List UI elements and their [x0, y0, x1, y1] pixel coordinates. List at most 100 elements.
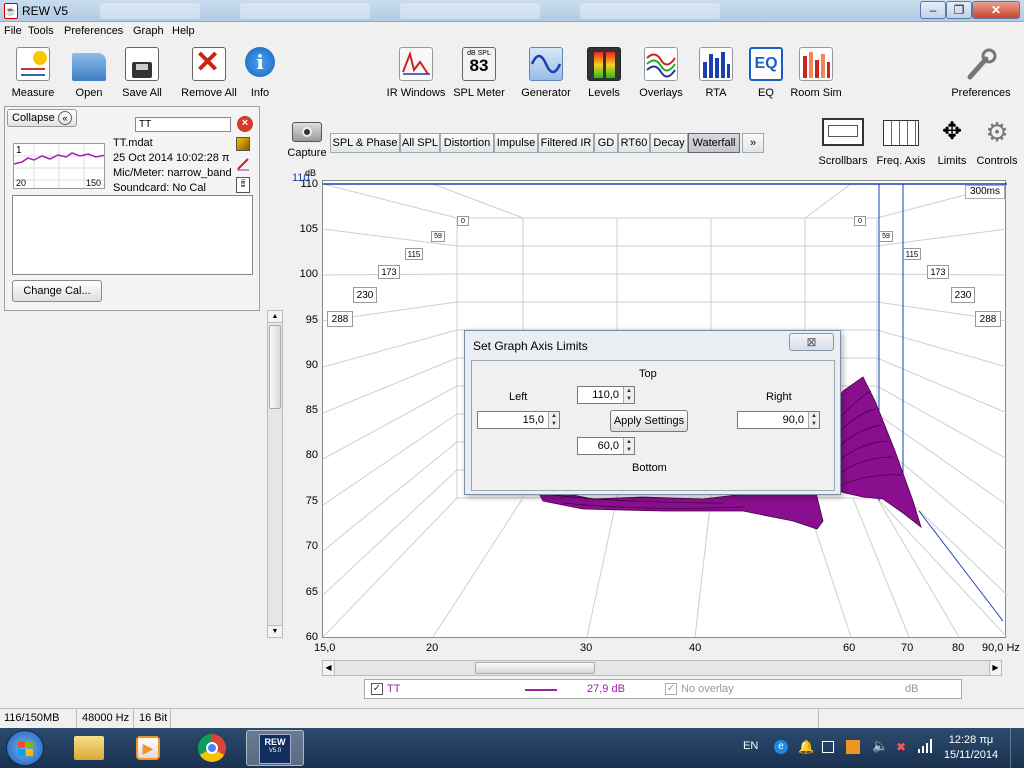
left-limit-spinner[interactable]: ▲▼ — [477, 411, 560, 429]
tab-all-spl[interactable]: All SPL — [400, 133, 440, 153]
bit-depth-status: 16 Bit — [139, 712, 168, 724]
room-sim-button[interactable]: Room Sim — [790, 47, 842, 99]
tab-rt60[interactable]: RT60 — [618, 133, 650, 153]
taskbar-explorer[interactable] — [60, 730, 118, 766]
right-limit-spinner[interactable]: ▲▼ — [737, 411, 820, 429]
scroll-right-arrow-icon[interactable]: ▶ — [989, 661, 1001, 675]
network-error-icon[interactable]: ✖ — [896, 740, 906, 754]
start-button[interactable] — [6, 730, 44, 766]
status-bar: 116/150MB 48000 Hz 16 Bit — [0, 708, 1024, 729]
scroll-up-arrow-icon[interactable]: ▲ — [268, 311, 282, 323]
show-desktop-button[interactable] — [1010, 728, 1024, 768]
time-slice-label: 115 — [405, 248, 423, 260]
apply-settings-button[interactable]: Apply Settings — [610, 410, 688, 432]
change-cal-button[interactable]: Change Cal... — [12, 280, 102, 302]
scroll-down-arrow-icon[interactable]: ▼ — [268, 625, 282, 637]
open-button[interactable]: Open — [68, 47, 110, 99]
limits-button[interactable]: ✥ Limits — [930, 118, 974, 167]
measurement-panel: Collapse « × 1 20 150 TT.mdat 25 Oct 201… — [4, 106, 260, 311]
ie-icon[interactable]: e — [774, 740, 788, 754]
menu-preferences[interactable]: Preferences — [64, 25, 123, 37]
preferences-button[interactable]: Preferences — [948, 47, 1014, 99]
title-bar: ☕ REW V5 ‒ ❐ ✕ — [0, 0, 1024, 22]
spinner-arrows-icon[interactable]: ▲ ▼ — [623, 438, 634, 454]
horizontal-scrollbar[interactable]: ◀ ▶ — [322, 660, 1002, 676]
rta-icon — [699, 47, 733, 81]
tab-gd[interactable]: GD — [594, 133, 618, 153]
overlay-checkbox[interactable]: ✓ — [665, 683, 677, 695]
rta-button[interactable]: RTA — [698, 47, 734, 99]
top-limit-input[interactable] — [578, 387, 622, 403]
notification-icon[interactable]: 🔔 — [798, 739, 814, 755]
tt-visible-checkbox[interactable]: ✓ — [371, 683, 383, 695]
tab-impulse[interactable]: Impulse — [494, 133, 538, 153]
left-label: Left — [509, 391, 528, 403]
edit-icon[interactable] — [236, 137, 250, 151]
measure-button[interactable]: Measure — [8, 47, 58, 99]
menu-file[interactable]: File — [4, 25, 22, 37]
remove-all-button[interactable]: ✕ Remove All — [178, 46, 240, 99]
right-limit-input[interactable] — [738, 412, 807, 428]
scrollbar-thumb[interactable] — [475, 662, 595, 674]
right-label: Right — [766, 391, 792, 403]
language-indicator[interactable]: EN — [743, 740, 758, 752]
freq-axis-button[interactable]: Freq. Axis — [874, 118, 928, 167]
spinner-arrows-icon[interactable]: ▲ ▼ — [808, 412, 819, 428]
spinner-arrows-icon[interactable]: ▲ ▼ — [548, 412, 559, 428]
time-slice-label: 230 — [353, 287, 377, 303]
speaker-icon[interactable]: 🔈 — [872, 738, 888, 754]
ir-windows-button[interactable]: IR Windows — [386, 47, 446, 99]
capture-button[interactable]: Capture — [286, 122, 328, 166]
clock-date[interactable]: 15/11/2014 — [940, 749, 1002, 761]
clear-search-icon[interactable]: × — [237, 116, 253, 132]
devices-icon[interactable] — [822, 741, 834, 753]
spl-meter-button[interactable]: dB SPL 83 SPL Meter — [452, 47, 506, 99]
background-tab — [580, 3, 720, 19]
minimize-button[interactable]: ‒ — [920, 1, 946, 19]
maximize-button[interactable]: ❐ — [946, 1, 972, 19]
notes-textarea[interactable] — [12, 195, 253, 275]
eq-button[interactable]: EQ EQ — [748, 47, 784, 99]
top-limit-spinner[interactable]: ▲▼ — [577, 386, 635, 404]
dialog-close-button[interactable]: ⊠ — [789, 333, 834, 351]
spinner-arrows-icon[interactable]: ▲ ▼ — [623, 387, 634, 403]
tray-app-icon[interactable] — [846, 740, 860, 754]
menu-tools[interactable]: Tools — [28, 25, 54, 37]
left-limit-input[interactable] — [478, 412, 547, 428]
info-button[interactable]: i Info — [244, 47, 276, 99]
tab-more[interactable]: » — [742, 133, 764, 153]
tab-distortion[interactable]: Distortion — [440, 133, 494, 153]
overlays-button[interactable]: Overlays — [636, 47, 686, 99]
menu-graph[interactable]: Graph — [133, 25, 164, 37]
collapse-button[interactable]: Collapse « — [7, 109, 77, 127]
scrollbars-button[interactable]: Scrollbars — [816, 118, 870, 167]
levels-button[interactable]: Levels — [586, 47, 622, 99]
set-axis-limits-dialog: Set Graph Axis Limits ⊠ Top ▲▼ Left ▲▼ A… — [464, 330, 841, 495]
notes-icon[interactable]: ≡ ≡ — [236, 177, 250, 193]
bottom-limit-spinner[interactable]: ▲▼ — [577, 437, 635, 455]
taskbar-chrome[interactable] — [184, 730, 242, 766]
search-input[interactable] — [135, 117, 231, 132]
generator-button[interactable]: Generator — [518, 47, 574, 99]
close-window-button[interactable]: ✕ — [972, 1, 1020, 19]
measurement-thumbnail[interactable]: 1 20 150 — [13, 143, 105, 189]
clock-time[interactable]: 12:28 πμ — [940, 734, 1002, 746]
save-all-button[interactable]: Save All — [118, 47, 166, 99]
scrollbar-thumb[interactable] — [269, 325, 281, 409]
scroll-left-arrow-icon[interactable]: ◀ — [323, 661, 335, 675]
menu-help[interactable]: Help — [172, 25, 195, 37]
controls-button[interactable]: ⚙ Controls — [974, 118, 1020, 167]
y-tick-label: 75 — [305, 495, 318, 507]
signal-icon[interactable] — [918, 739, 932, 756]
taskbar-rew[interactable]: REW V5.0 — [246, 730, 304, 766]
tab-decay[interactable]: Decay — [650, 133, 688, 153]
taskbar-media-player[interactable]: ▶ — [120, 730, 178, 766]
tab-filtered-ir[interactable]: Filtered IR — [538, 133, 594, 153]
vertical-scrollbar[interactable]: ▲ ▼ — [267, 310, 283, 638]
tab-waterfall[interactable]: Waterfall — [688, 133, 740, 153]
tab-spl-phase[interactable]: SPL & Phase — [330, 133, 400, 153]
bottom-limit-input[interactable] — [578, 438, 622, 454]
y-tick-label: 100 — [299, 268, 318, 280]
pen-icon[interactable] — [236, 157, 250, 171]
legend-value: 27,9 dB — [587, 683, 625, 695]
